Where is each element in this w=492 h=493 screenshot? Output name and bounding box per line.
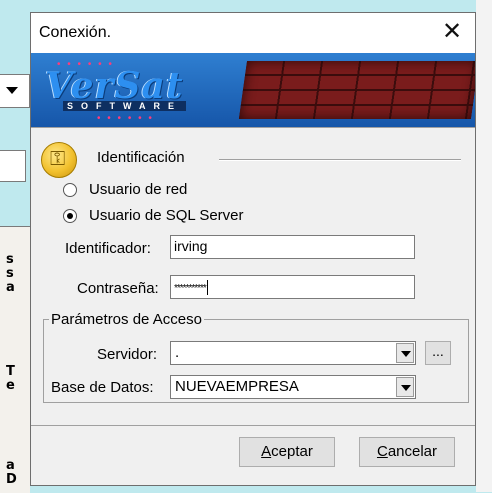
connection-dialog: Conexión. ✕ • • • • • • VerSat SOFTWARE …	[30, 12, 476, 486]
radio-sql-user[interactable]: Usuario de SQL Server	[63, 207, 244, 224]
background-text: aD	[6, 458, 17, 487]
background-field[interactable]	[0, 150, 26, 182]
cancel-button[interactable]: Cancelar	[359, 437, 455, 467]
title-bar: Conexión. ✕	[31, 13, 475, 53]
identifier-label: Identificador:	[65, 240, 151, 257]
close-icon[interactable]: ✕	[435, 15, 469, 49]
dialog-title: Conexión.	[39, 24, 112, 41]
versat-logo: • • • • • • VerSat SOFTWARE • • • • • •	[37, 59, 197, 124]
background-combo[interactable]	[0, 74, 30, 108]
background-window-edge	[476, 0, 492, 492]
divider	[31, 425, 475, 426]
radio-label: Usuario de red	[89, 181, 188, 198]
radio-button[interactable]	[63, 208, 77, 223]
background-panel: ssa Te aD	[0, 226, 30, 493]
accept-button[interactable]: Aceptar	[239, 437, 335, 467]
browse-server-button[interactable]: ...	[425, 341, 451, 365]
key-icon: ⚿	[41, 142, 77, 178]
database-label: Base de Datos:	[51, 379, 154, 396]
radio-network-user[interactable]: Usuario de red	[63, 181, 187, 198]
password-label: Contraseña:	[77, 280, 159, 297]
chevron-down-icon	[6, 87, 18, 94]
divider	[31, 127, 475, 128]
divider	[219, 159, 461, 161]
background-text: ssa	[6, 252, 15, 295]
server-label: Servidor:	[97, 346, 158, 363]
text-caret	[206, 279, 208, 295]
password-field[interactable]: ***********	[170, 275, 415, 299]
chevron-down-icon[interactable]	[396, 377, 414, 397]
brick-wall-image	[238, 61, 475, 119]
radio-button[interactable]	[63, 182, 77, 197]
identification-group-title: Identificación	[97, 149, 185, 166]
database-combo[interactable]: NUEVAEMPRESA	[170, 375, 416, 399]
radio-label: Usuario de SQL Server	[89, 207, 244, 224]
background-text: Te	[6, 364, 15, 393]
access-parameters-legend: Parámetros de Acceso	[49, 311, 204, 328]
identifier-field[interactable]: irving	[170, 235, 415, 259]
server-combo[interactable]: .	[170, 341, 416, 365]
chevron-down-icon[interactable]	[396, 343, 414, 363]
brand-banner: • • • • • • VerSat SOFTWARE • • • • • •	[31, 53, 475, 127]
